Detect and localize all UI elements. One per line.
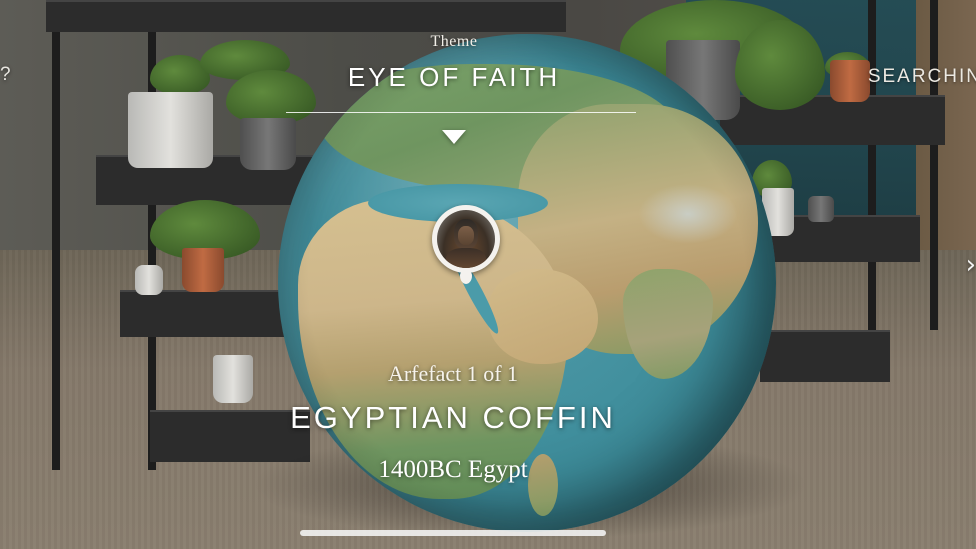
artefact-date-origin: 1400BC Egypt (378, 456, 528, 483)
artefact-name[interactable]: EGYPTIAN COFFIN (0, 400, 906, 436)
coffin-portrait-icon (437, 210, 495, 268)
land-arabia (488, 269, 598, 364)
next-chevron-icon[interactable]: › (966, 250, 976, 280)
land-tibet (638, 184, 738, 244)
theme-selector[interactable]: EYE OF FAITH (0, 62, 908, 93)
artefact-pin[interactable] (432, 205, 500, 273)
theme-caption: Theme (430, 33, 478, 50)
triangle-down-icon[interactable] (442, 130, 466, 144)
home-indicator[interactable] (300, 530, 606, 536)
artefact-count: Arfefact 1 of 1 (387, 361, 519, 386)
theme-divider (286, 112, 636, 113)
